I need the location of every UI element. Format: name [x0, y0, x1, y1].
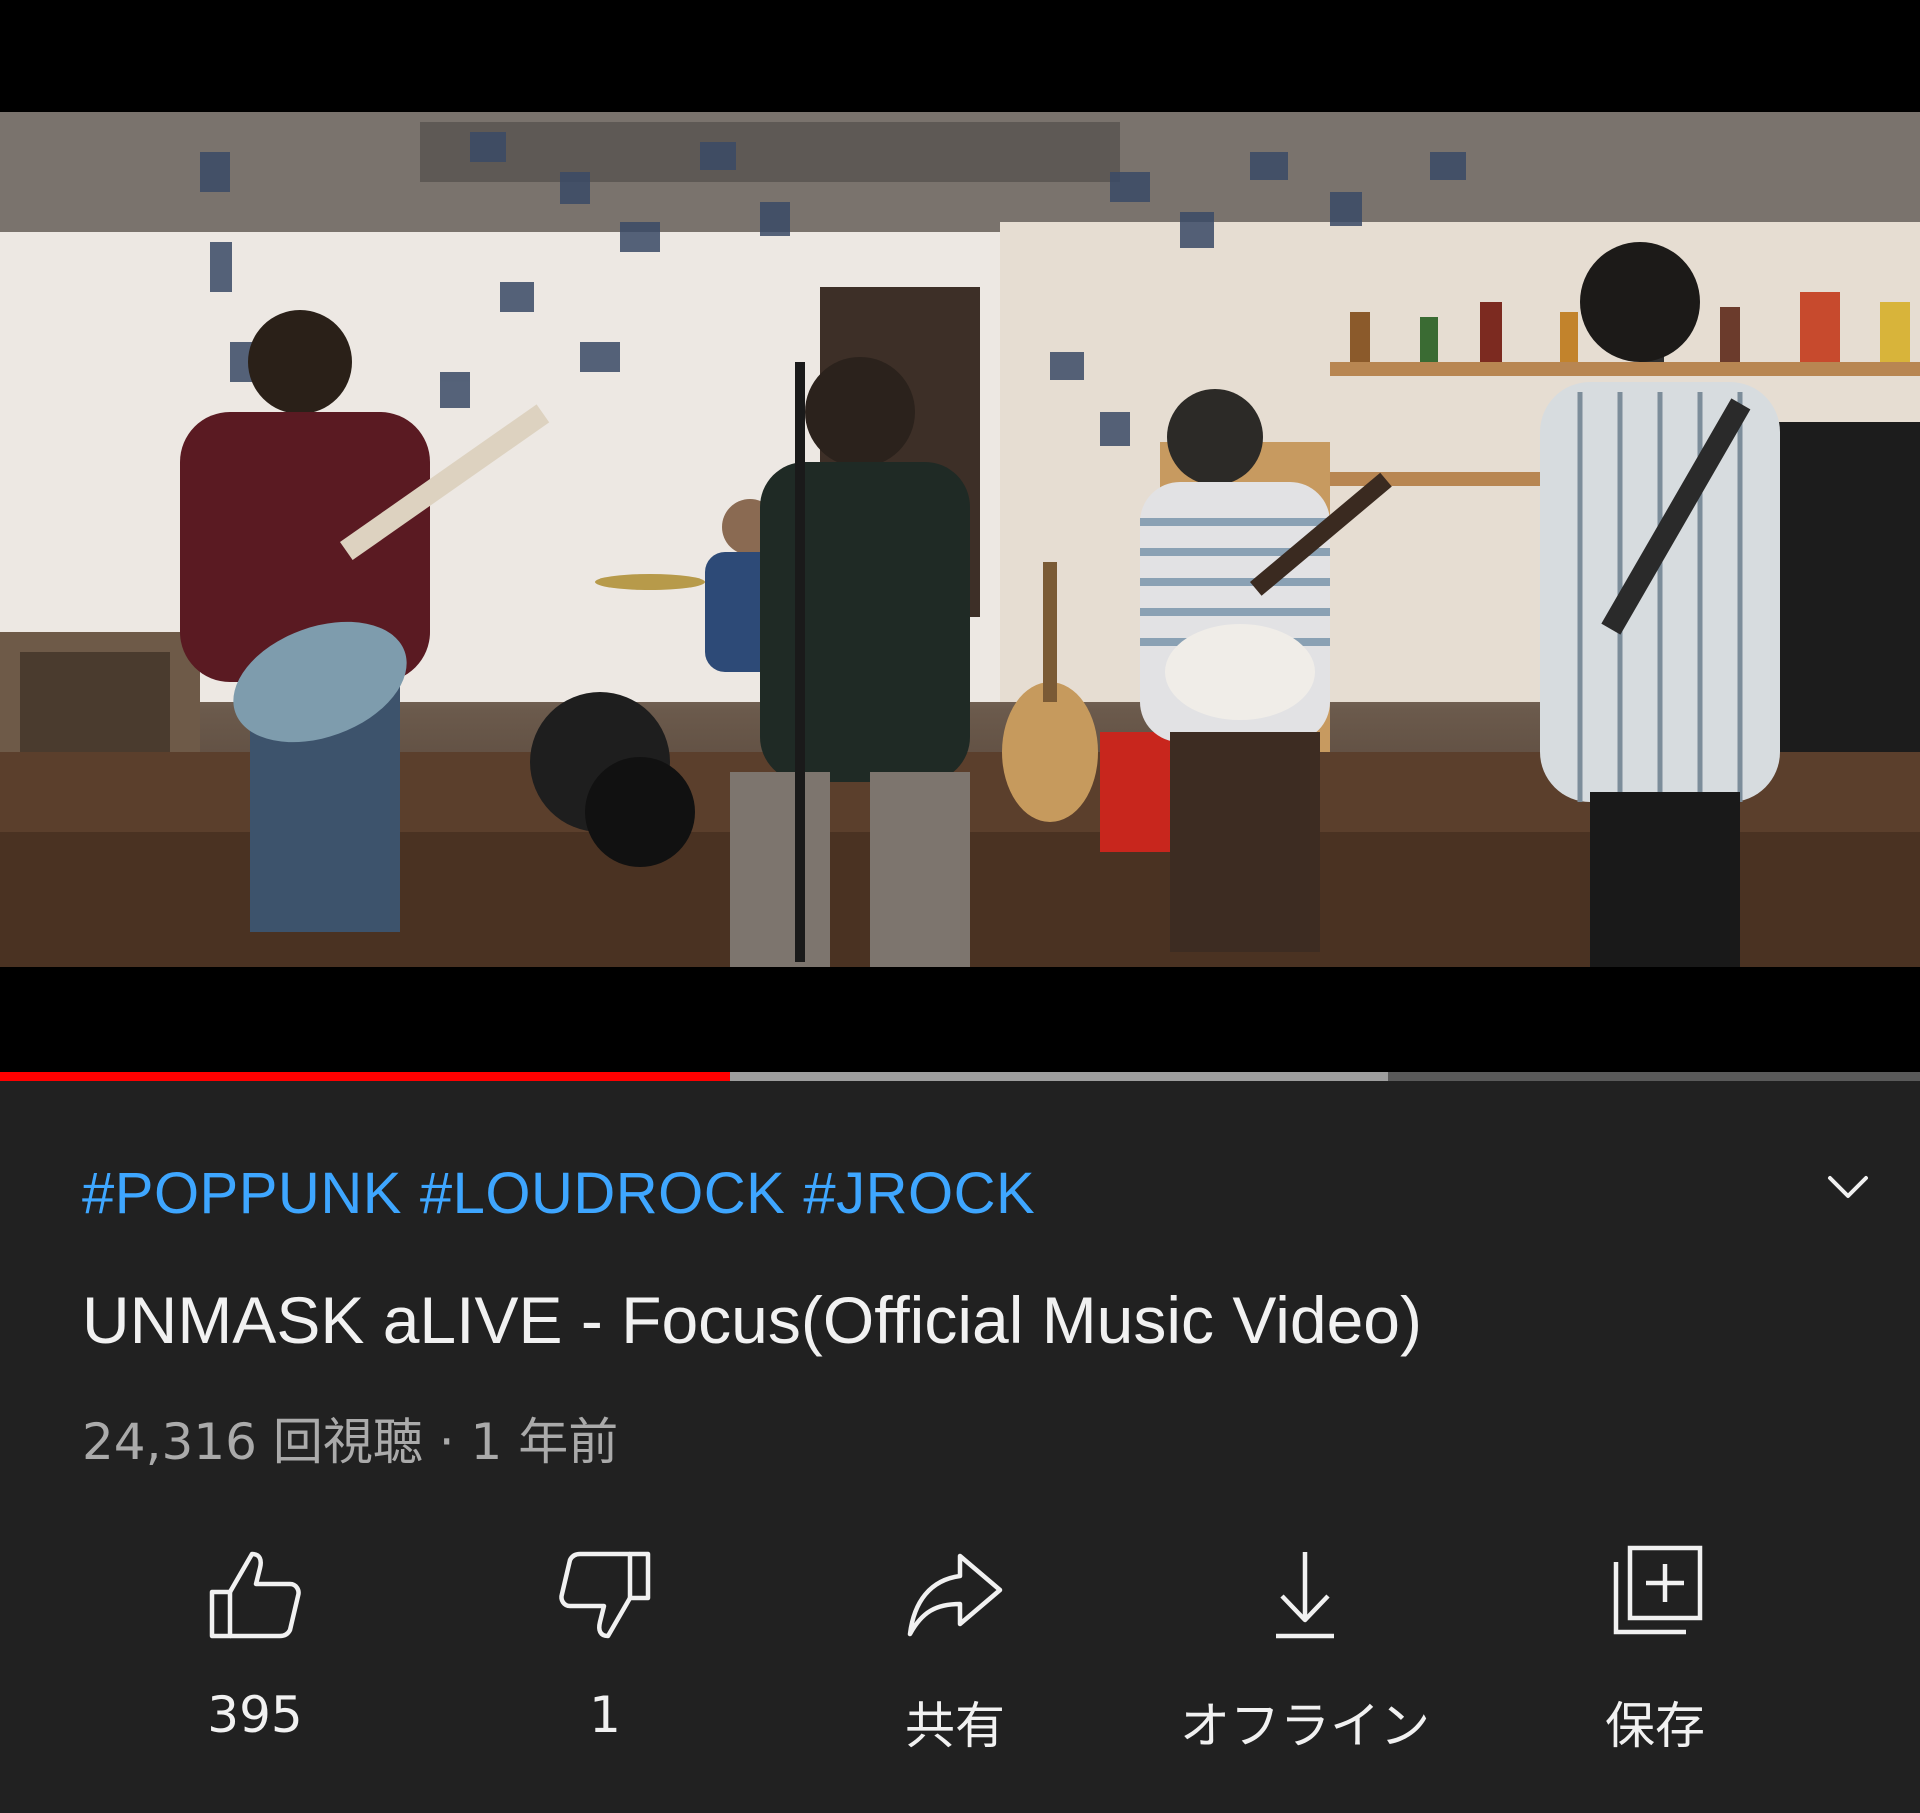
hashtag-link[interactable]: #LOUDROCK — [420, 1161, 785, 1226]
share-label: 共有 — [905, 1697, 1005, 1755]
video-frame[interactable] — [0, 112, 1920, 967]
video-player[interactable] — [0, 0, 1920, 1072]
hashtag-link[interactable]: #POPPUNK — [82, 1161, 402, 1226]
video-still-image — [0, 112, 1920, 967]
video-title[interactable]: UNMASK aLIVE - Focus(Official Music Vide… — [82, 1282, 1422, 1358]
download-label: オフライン — [1180, 1697, 1430, 1755]
hashtag-list: #POPPUNK #LOUDROCK #JROCK — [82, 1160, 1053, 1227]
download-button[interactable]: オフライン — [1155, 1540, 1455, 1758]
view-count-and-date: 24,316 回視聴 · 1 年前 — [82, 1413, 619, 1471]
dislike-count: 1 — [589, 1686, 621, 1744]
thumbs-up-icon — [209, 1551, 301, 1639]
hashtag-link[interactable]: #JROCK — [803, 1161, 1035, 1226]
save-button[interactable]: 保存 — [1505, 1540, 1805, 1758]
like-button[interactable]: 395 — [105, 1540, 405, 1744]
save-label: 保存 — [1605, 1697, 1705, 1755]
progress-played — [0, 1072, 730, 1081]
download-icon — [1276, 1552, 1334, 1639]
like-count: 395 — [207, 1686, 303, 1744]
action-bar: 395 1 共有 オフライン 保存 — [0, 1540, 1920, 1760]
save-playlist-icon — [1613, 1545, 1703, 1635]
dislike-button[interactable]: 1 — [455, 1540, 755, 1744]
thumbs-down-icon — [559, 1551, 651, 1639]
chevron-down-icon[interactable] — [1820, 1160, 1876, 1216]
share-icon — [907, 1553, 1003, 1637]
video-progress-bar[interactable] — [0, 1072, 1920, 1081]
share-button[interactable]: 共有 — [805, 1540, 1105, 1758]
